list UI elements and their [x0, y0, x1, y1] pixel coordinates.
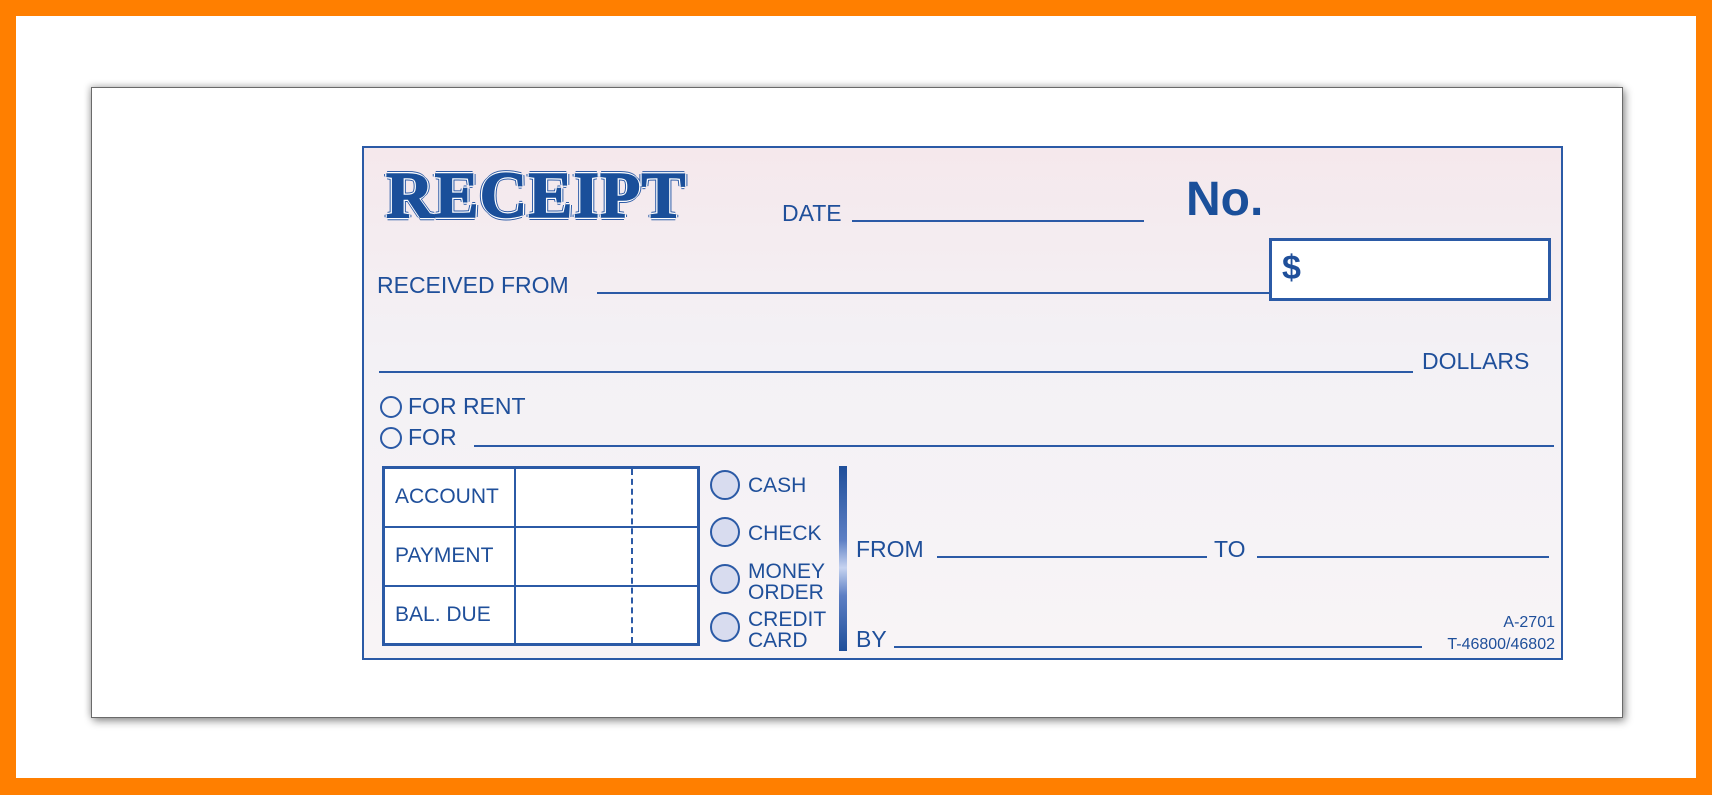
money-order-radio[interactable]: [710, 564, 740, 594]
received-from-field[interactable]: [597, 292, 1269, 294]
receipt-form: RECEIPT DATE No. $ RECEIVED FROM DOLLARS…: [362, 146, 1563, 660]
credit-card-label-1: CREDIT: [748, 608, 827, 631]
balance-due-label: BAL. DUE: [395, 603, 491, 626]
money-order-label-2: ORDER: [748, 581, 824, 604]
payment-row: PAYMENT: [385, 528, 697, 587]
money-order-label-1: MONEY: [748, 560, 826, 583]
to-label: TO: [1214, 536, 1246, 562]
credit-card-label-2: CARD: [748, 629, 808, 652]
account-table: ACCOUNT PAYMENT BAL. DUE: [382, 466, 700, 646]
number-label: No.: [1186, 173, 1264, 226]
from-field[interactable]: [937, 556, 1207, 558]
amount-field[interactable]: $: [1269, 238, 1551, 301]
to-field[interactable]: [1257, 556, 1549, 558]
check-radio[interactable]: [710, 517, 740, 547]
for-field[interactable]: [474, 445, 1554, 447]
payment-label: PAYMENT: [395, 544, 494, 567]
date-field[interactable]: [852, 220, 1144, 222]
form-code: A-2701: [1503, 614, 1555, 631]
for-rent-radio[interactable]: [380, 396, 402, 418]
dollars-label: DOLLARS: [1422, 348, 1530, 374]
for-label: FOR: [408, 424, 457, 450]
amount-in-words-field[interactable]: [379, 371, 1413, 373]
received-from-label: RECEIVED FROM: [377, 272, 569, 298]
account-row: ACCOUNT: [385, 469, 697, 528]
for-rent-label: FOR RENT: [408, 393, 526, 419]
catalog-code: T-46800/46802: [1447, 636, 1555, 653]
column-divider: [514, 469, 516, 643]
divider-bar: [839, 466, 847, 651]
balance-due-row: BAL. DUE: [385, 587, 697, 646]
check-label: CHECK: [748, 522, 822, 545]
for-radio[interactable]: [380, 427, 402, 449]
by-field[interactable]: [894, 646, 1422, 648]
by-label: BY: [856, 626, 887, 652]
cents-divider: [631, 469, 633, 643]
dollar-sign: $: [1282, 249, 1301, 287]
credit-card-radio[interactable]: [710, 612, 740, 642]
receipt-title: RECEIPT: [385, 158, 687, 233]
from-label: FROM: [856, 536, 924, 562]
cash-label: CASH: [748, 474, 807, 497]
date-label: DATE: [782, 200, 842, 226]
cash-radio[interactable]: [710, 470, 740, 500]
account-label: ACCOUNT: [395, 485, 499, 508]
